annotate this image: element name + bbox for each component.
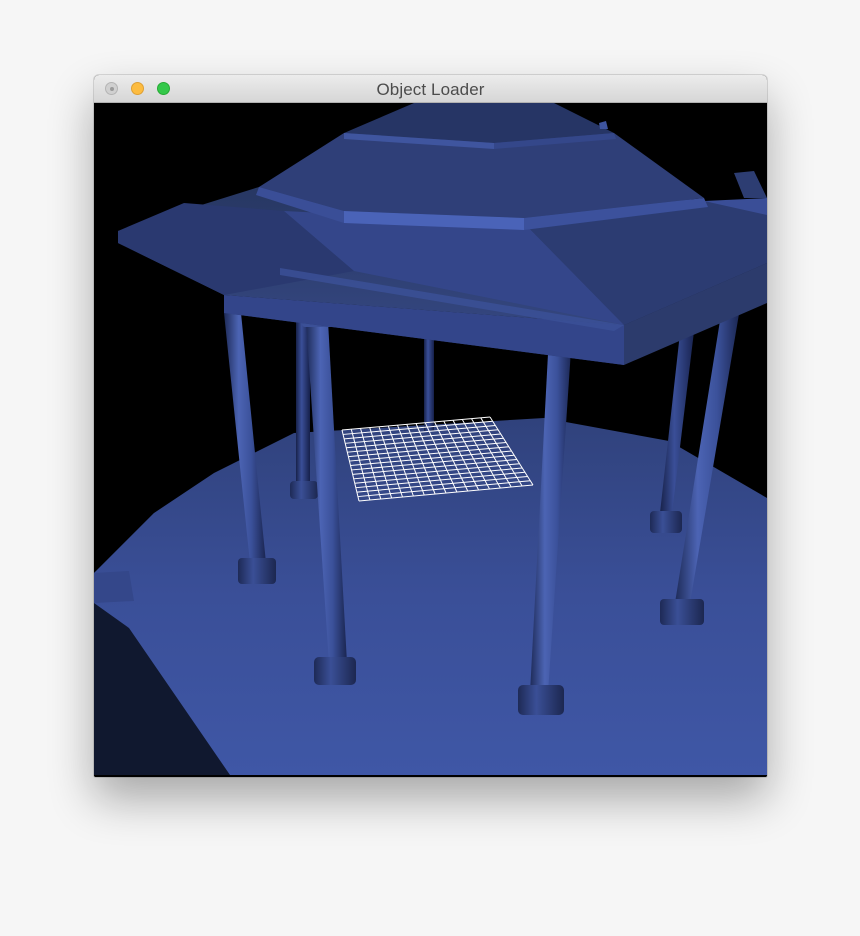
gazebo-roof [118,103,767,365]
title-bar[interactable]: Object Loader [94,75,767,103]
gl-viewport[interactable] [94,103,767,777]
app-window: Object Loader [94,75,767,777]
gazebo-render [94,103,767,775]
window-title: Object Loader [376,80,485,99]
